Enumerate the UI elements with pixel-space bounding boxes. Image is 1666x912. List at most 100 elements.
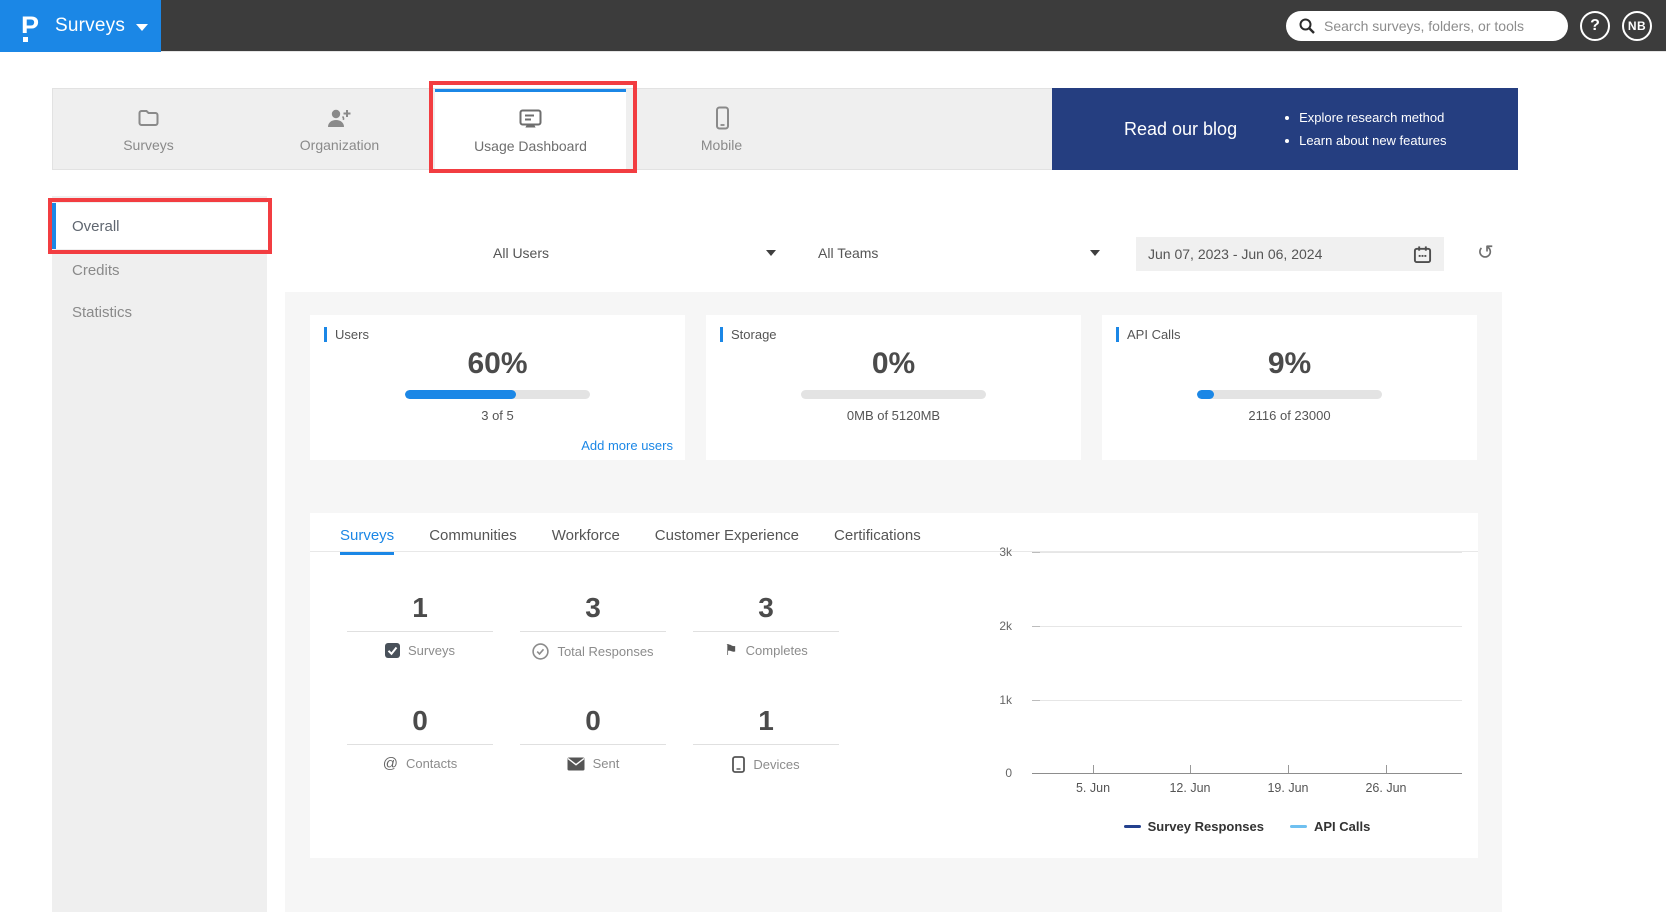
blog-banner-link[interactable]: Read our blog (1124, 119, 1237, 140)
usage-card-api-calls: API Calls 9% 2116 of 23000 (1102, 315, 1477, 460)
stat-value: 3 (585, 592, 601, 623)
stat-label: Total Responses (557, 644, 654, 659)
nav-tab-label: Mobile (700, 136, 743, 153)
stat-label: Sent (592, 756, 620, 771)
x-axis-tick (1288, 765, 1289, 773)
chevron-down-icon (136, 24, 149, 31)
stat-completes: 3 ⚑ Completes (693, 593, 839, 660)
main-content: All Users All Teams Jun 07, 2023 - Jun 0… (267, 196, 1520, 912)
dashboard-icon (519, 109, 542, 128)
y-axis-tick-label: 0 (1005, 766, 1012, 780)
nav-tab-surveys[interactable]: Surveys (53, 89, 244, 169)
chevron-down-icon (1090, 250, 1100, 256)
gridline (1032, 700, 1462, 701)
api-calls-caption: 2116 of 23000 (1248, 408, 1331, 423)
date-range-picker[interactable]: Jun 07, 2023 - Jun 06, 2024 (1136, 237, 1444, 271)
tab-certifications[interactable]: Certifications (834, 513, 921, 555)
gridline (1032, 626, 1462, 627)
main-nav-tabbar: Surveys Organization Usage Dashboard Mob… (52, 88, 1518, 170)
blog-banner-bullet: Learn about new features (1285, 129, 1446, 152)
stat-label: Devices (753, 757, 800, 772)
topbar-actions: ? NB (1286, 11, 1652, 41)
search-icon (1299, 18, 1315, 34)
x-axis-tick-label: 5. Jun (1075, 781, 1111, 795)
folder-icon (138, 109, 159, 126)
users-caption: 3 of 5 (481, 408, 514, 423)
legend-api-calls[interactable]: API Calls (1289, 819, 1370, 834)
brand-logo-icon: P (21, 11, 40, 42)
checkbox-icon (385, 643, 401, 658)
users-filter-value: All Users (493, 245, 550, 261)
check-circle-icon (532, 643, 550, 660)
stat-value: 1 (758, 705, 774, 736)
stat-label: Completes (745, 643, 808, 658)
stat-value: 0 (412, 705, 428, 736)
users-filter-dropdown[interactable]: All Users (493, 233, 776, 273)
at-icon: @ (382, 755, 398, 772)
x-axis-tick-label: 26. Jun (1365, 781, 1407, 795)
nav-tab-mobile[interactable]: Mobile (626, 89, 817, 169)
nav-tab-organization[interactable]: Organization (244, 89, 435, 169)
dashboard-panel: Users 60% 3 of 5 Add more users Storage … (285, 292, 1502, 912)
tab-surveys[interactable]: Surveys (340, 513, 395, 555)
blog-banner-bullet: Explore research method (1285, 106, 1446, 129)
x-axis-tick (1190, 765, 1191, 773)
teams-filter-dropdown[interactable]: All Teams (818, 233, 1100, 273)
stat-total-responses: 3 Total Responses (520, 593, 666, 660)
overview-card: Surveys Communities Workforce Customer E… (310, 513, 1478, 858)
stat-contacts: 0 @ Contacts (347, 706, 493, 773)
nav-tab-label: Organization (299, 136, 380, 153)
stat-label: Contacts (405, 756, 458, 771)
product-tabs: Surveys Communities Workforce Customer E… (340, 513, 921, 555)
person-add-icon (328, 109, 351, 127)
api-calls-progress-bar (1197, 390, 1382, 399)
stat-value: 0 (585, 705, 601, 736)
sidebar: Overall Credits Statistics (52, 196, 267, 912)
global-search[interactable] (1286, 11, 1568, 41)
stat-surveys: 1 Surveys (347, 593, 493, 660)
accent-bar (324, 327, 327, 342)
search-input[interactable] (1324, 18, 1555, 34)
usage-card-storage: Storage 0% 0MB of 5120MB (706, 315, 1081, 460)
accent-bar (1116, 327, 1119, 342)
help-button[interactable]: ? (1580, 11, 1610, 41)
stat-value: 3 (758, 592, 774, 623)
x-axis-tick-label: 12. Jun (1169, 781, 1211, 795)
legend-dash-icon (1123, 825, 1141, 828)
device-icon (732, 756, 746, 773)
gridline (1032, 552, 1462, 553)
avatar[interactable]: NB (1622, 11, 1652, 41)
nav-tab-usage-dashboard[interactable]: Usage Dashboard (435, 89, 626, 169)
storage-caption: 0MB of 5120MB (846, 408, 941, 423)
tab-communities[interactable]: Communities (429, 513, 517, 555)
accent-bar (720, 327, 723, 342)
sidebar-item-overall[interactable]: Overall (52, 203, 267, 249)
tab-customer-experience[interactable]: Customer Experience (655, 513, 799, 555)
stats-grid: 1 Surveys 3 Total Responses 3 ⚑ Complete… (347, 593, 839, 773)
blog-banner: Read our blog Explore research method Le… (1052, 88, 1518, 170)
calendar-icon (1413, 245, 1432, 263)
legend-survey-responses[interactable]: Survey Responses (1123, 819, 1264, 834)
sidebar-item-credits[interactable]: Credits (52, 249, 267, 291)
teams-filter-value: All Teams (818, 245, 879, 261)
product-switcher[interactable]: P Surveys (0, 0, 161, 52)
stat-label: Surveys (408, 643, 455, 658)
usage-cards-row: Users 60% 3 of 5 Add more users Storage … (310, 315, 1477, 460)
tab-workforce[interactable]: Workforce (552, 513, 620, 555)
card-title: Users (335, 327, 369, 342)
page: P Surveys ? NB Surveys (0, 0, 1666, 912)
reset-filters-icon[interactable]: ↺ (1477, 240, 1494, 266)
add-more-users-link[interactable]: Add more users (581, 438, 673, 453)
mail-icon (567, 757, 585, 770)
y-axis-tick-label: 1k (999, 693, 1012, 707)
nav-tab-label: Surveys (123, 136, 174, 153)
sidebar-item-statistics[interactable]: Statistics (52, 291, 267, 333)
stat-sent: 0 Sent (520, 706, 666, 773)
storage-percent: 0% (871, 347, 916, 380)
stat-value: 1 (412, 592, 428, 623)
api-calls-percent: 9% (1267, 347, 1312, 380)
users-progress-bar (405, 390, 590, 399)
users-progress-fill (405, 390, 516, 399)
usage-card-users: Users 60% 3 of 5 Add more users (310, 315, 685, 460)
x-axis-tick (1386, 765, 1387, 773)
